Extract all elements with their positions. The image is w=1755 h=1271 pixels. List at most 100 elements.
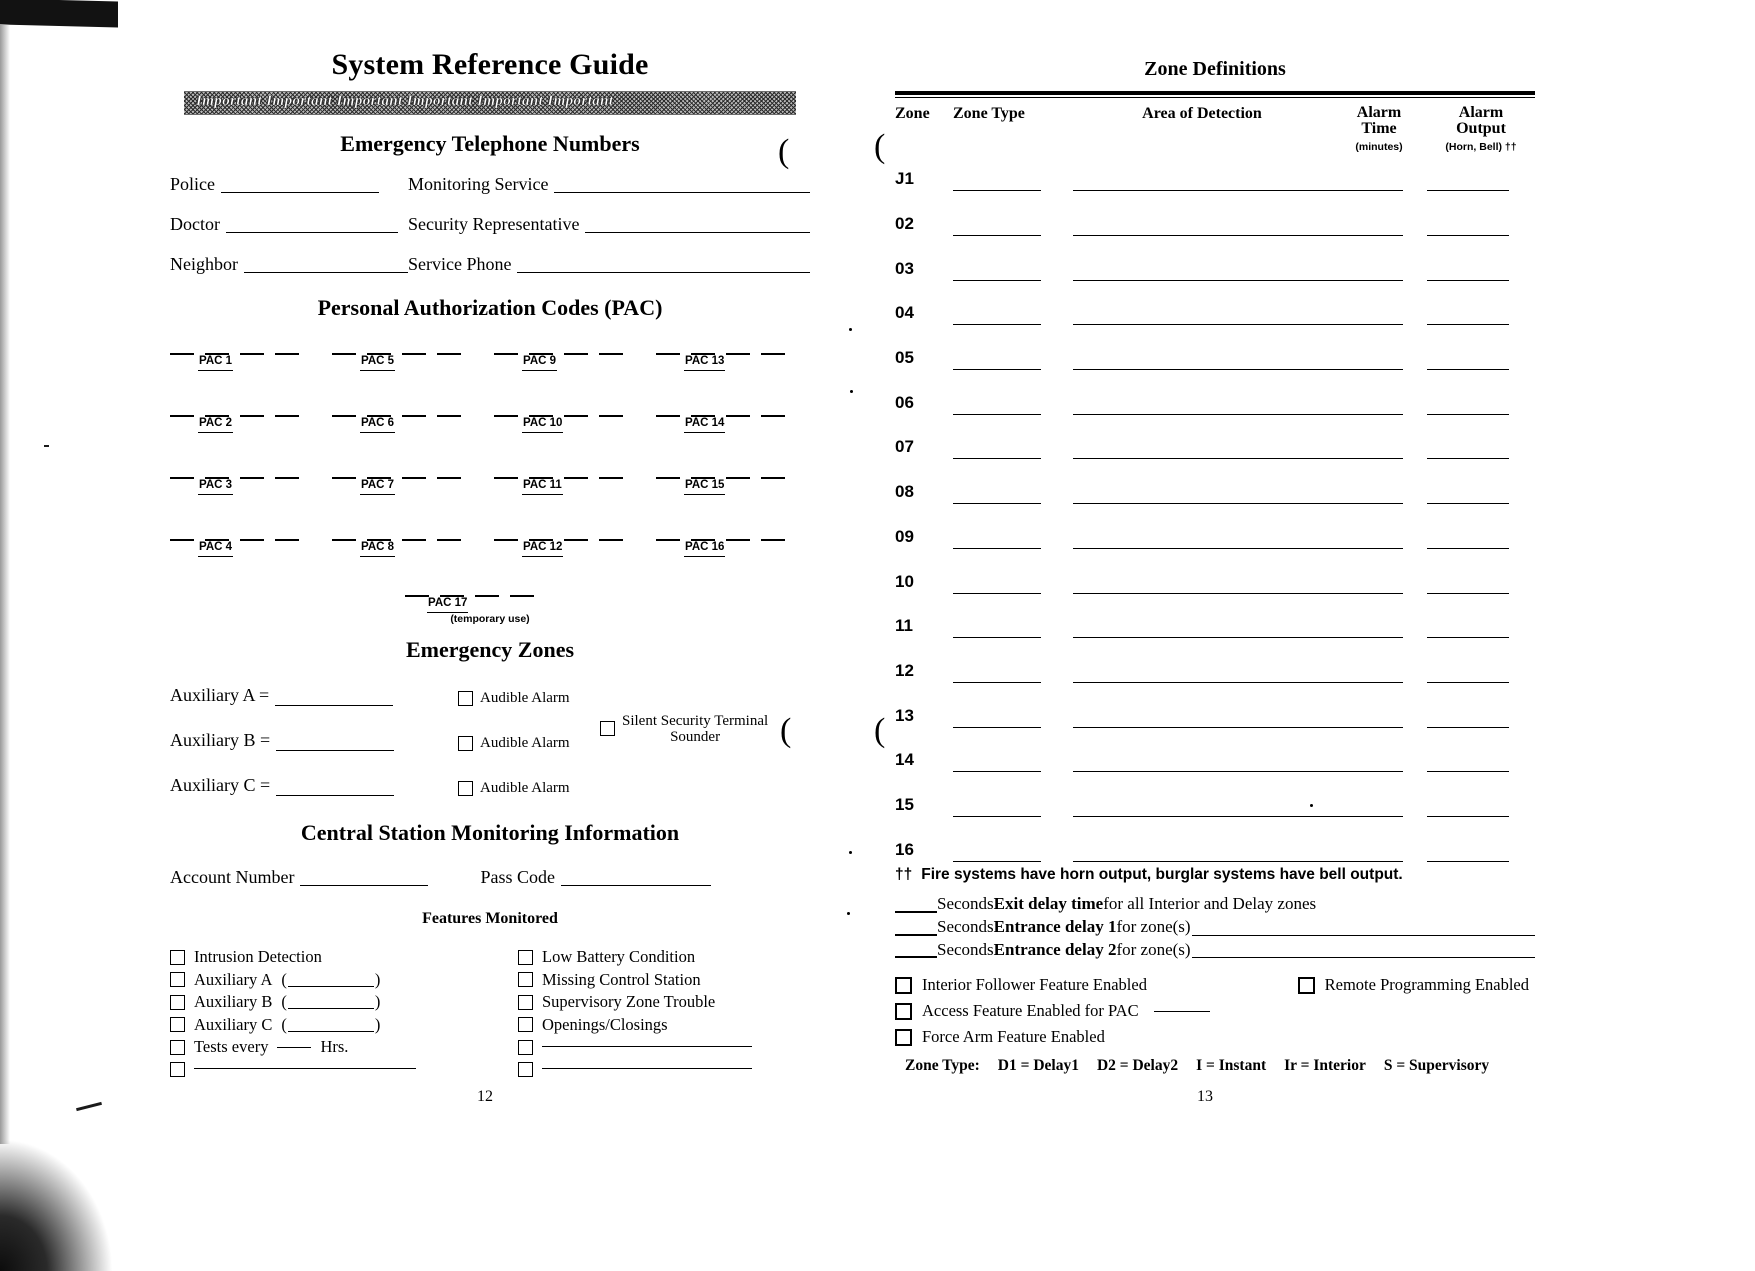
entrance-delay-1-zones-input[interactable] (1191, 934, 1535, 936)
feature-custom-input[interactable] (194, 1068, 416, 1070)
pac-digit-blanks[interactable] (332, 471, 486, 479)
checkbox-icon[interactable] (458, 781, 473, 796)
feature-value-input[interactable]: () (281, 992, 380, 1012)
zone-type-input[interactable] (953, 726, 1073, 728)
pac-digit-blanks[interactable] (170, 471, 324, 479)
pac-digit-blanks[interactable] (332, 533, 486, 541)
feature-row-blank[interactable] (170, 1059, 462, 1082)
pass-code-input[interactable] (560, 885, 711, 886)
zone-type-input[interactable] (953, 637, 1073, 639)
pac-entry[interactable]: PAC 2 (170, 409, 324, 443)
checkbox-icon[interactable] (458, 736, 473, 751)
checkbox-icon[interactable] (895, 1002, 912, 1020)
pac-entry[interactable]: PAC 10 (494, 409, 648, 443)
alarm-time-input[interactable] (1331, 547, 1427, 549)
telephone-input-monitoring-service[interactable] (554, 192, 810, 193)
feature-row[interactable]: Low Battery Condition (518, 946, 810, 969)
area-of-detection-input[interactable] (1073, 592, 1331, 594)
alarm-time-input[interactable] (1331, 637, 1427, 639)
zone-type-input[interactable] (953, 235, 1073, 236)
zone-type-input[interactable] (953, 413, 1073, 415)
auxiliary-input-b[interactable] (276, 750, 395, 751)
alarm-output-input[interactable] (1427, 235, 1535, 236)
area-of-detection-input[interactable] (1073, 413, 1331, 415)
pac-digit-blanks[interactable] (494, 533, 648, 541)
pac-entry[interactable]: PAC 14 (656, 409, 810, 443)
telephone-input-doctor[interactable] (225, 232, 398, 233)
checkbox-icon[interactable] (518, 949, 533, 965)
pac-entry[interactable]: PAC 9 (494, 347, 648, 381)
zone-type-input[interactable] (953, 592, 1073, 594)
alarm-output-input[interactable] (1427, 503, 1535, 505)
zone-type-input[interactable] (953, 503, 1073, 505)
pac-digit-blanks[interactable] (332, 347, 486, 355)
checkbox-icon[interactable] (170, 994, 185, 1010)
pac-entry[interactable]: PAC 8 (332, 533, 486, 567)
feature-row-blank[interactable] (518, 1059, 810, 1082)
area-of-detection-input[interactable] (1073, 369, 1331, 371)
pac-digit-blanks[interactable] (170, 533, 324, 541)
alarm-output-input[interactable] (1427, 324, 1535, 326)
alarm-time-input[interactable] (1331, 279, 1427, 281)
zone-type-input[interactable] (953, 458, 1073, 460)
feature-row-access-pac[interactable]: Access Feature Enabled for PAC (895, 998, 1535, 1024)
pac-entry[interactable]: PAC 11 (494, 471, 648, 505)
alarm-output-input[interactable] (1427, 369, 1535, 371)
feature-value-input[interactable]: () (281, 1015, 380, 1035)
pac-entry[interactable]: PAC 15 (656, 471, 810, 505)
telephone-input-service-phone[interactable] (517, 272, 810, 273)
alarm-time-input[interactable] (1331, 592, 1427, 594)
exit-delay-seconds-input[interactable] (895, 910, 937, 913)
area-of-detection-input[interactable] (1073, 547, 1331, 549)
alarm-time-input[interactable] (1331, 815, 1427, 817)
checkbox-icon[interactable] (518, 994, 533, 1010)
pac-entry[interactable]: PAC 13 (656, 347, 810, 381)
pac-entry[interactable]: PAC 12 (494, 533, 648, 567)
alarm-time-input[interactable] (1331, 235, 1427, 236)
pac-digit-blanks[interactable] (494, 409, 648, 417)
area-of-detection-input[interactable] (1073, 458, 1331, 460)
feature-row-tests-every[interactable]: Tests every Hrs. (170, 1036, 462, 1059)
checkbox-icon[interactable] (895, 1028, 912, 1046)
pac-digit-blanks[interactable] (494, 347, 648, 355)
alarm-time-input[interactable] (1331, 413, 1427, 415)
audible-alarm-checkbox-c[interactable]: Audible Alarm (458, 780, 570, 797)
alarm-time-input[interactable] (1331, 458, 1427, 460)
pac-digit-blanks[interactable] (170, 409, 324, 417)
alarm-time-input[interactable] (1331, 324, 1427, 326)
pac-entry[interactable]: PAC 5 (332, 347, 486, 381)
zone-type-input[interactable] (953, 860, 1073, 862)
area-of-detection-input[interactable] (1073, 726, 1331, 728)
checkbox-icon[interactable] (170, 1062, 185, 1078)
alarm-output-input[interactable] (1427, 279, 1535, 281)
access-pac-input[interactable] (1153, 1010, 1210, 1012)
alarm-time-input[interactable] (1331, 860, 1427, 862)
audible-alarm-checkbox-b[interactable]: Audible Alarm (458, 735, 570, 752)
alarm-output-input[interactable] (1427, 860, 1535, 862)
alarm-output-input[interactable] (1427, 771, 1535, 773)
feature-custom-input[interactable] (542, 1068, 752, 1070)
alarm-time-input[interactable] (1331, 681, 1427, 683)
alarm-output-input[interactable] (1427, 592, 1535, 594)
pac-digit-blanks[interactable] (405, 589, 575, 597)
area-of-detection-input[interactable] (1073, 637, 1331, 639)
silent-security-terminal-checkbox[interactable]: Silent Security Terminal Sounder (600, 713, 768, 745)
feature-row-remote-programming[interactable]: Remote Programming Enabled (1297, 975, 1535, 995)
pac-entry[interactable]: PAC 6 (332, 409, 486, 443)
area-of-detection-input[interactable] (1073, 815, 1331, 817)
pac-digit-blanks[interactable] (494, 471, 648, 479)
checkbox-icon[interactable] (170, 972, 185, 988)
pac-entry[interactable]: PAC 1 (170, 347, 324, 381)
feature-row[interactable]: Missing Control Station (518, 969, 810, 992)
feature-row-blank[interactable] (518, 1036, 810, 1059)
alarm-output-input[interactable] (1427, 637, 1535, 639)
pac-digit-blanks[interactable] (332, 409, 486, 417)
feature-custom-input[interactable] (542, 1045, 752, 1047)
checkbox-icon[interactable] (170, 949, 185, 965)
alarm-time-input[interactable] (1331, 190, 1427, 192)
feature-row[interactable]: Auxiliary B () (170, 991, 462, 1014)
telephone-input-police[interactable] (221, 192, 379, 193)
telephone-input-neighbor[interactable] (243, 272, 408, 273)
area-of-detection-input[interactable] (1073, 324, 1331, 326)
feature-row-interior-follower[interactable]: Interior Follower Feature Enabled Remote… (895, 972, 1535, 998)
